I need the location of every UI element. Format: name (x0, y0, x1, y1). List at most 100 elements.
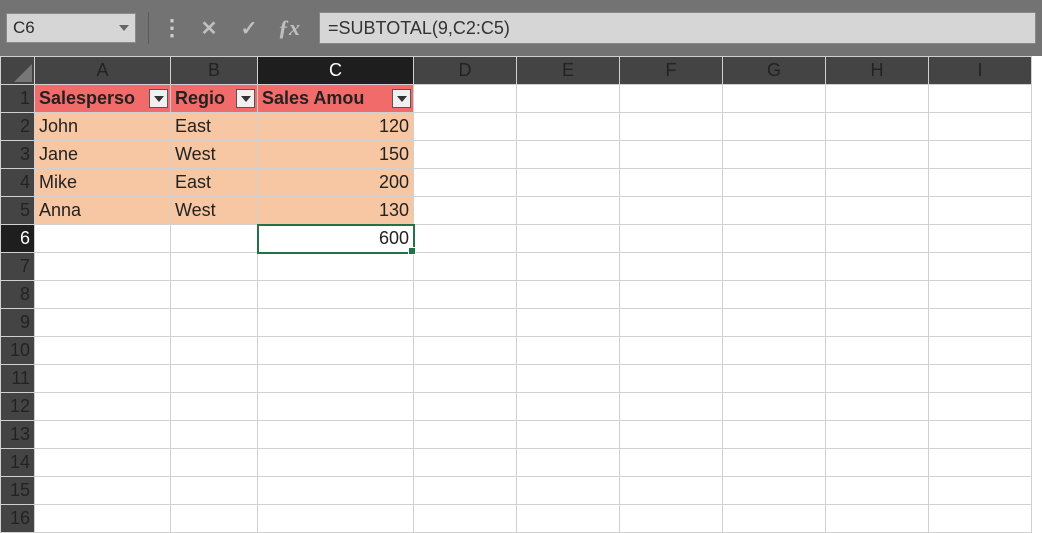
cell[interactable] (414, 141, 517, 169)
col-header-i[interactable]: I (929, 57, 1032, 85)
cell[interactable] (517, 337, 620, 365)
cell-c1[interactable]: Sales Amou (258, 85, 414, 113)
cell-c5[interactable]: 130 (258, 197, 414, 225)
cell[interactable] (929, 141, 1032, 169)
cell[interactable] (414, 113, 517, 141)
cell[interactable] (35, 281, 171, 309)
cell[interactable] (517, 169, 620, 197)
cell[interactable] (826, 365, 929, 393)
cell[interactable] (929, 169, 1032, 197)
options-icon[interactable]: ⋮ (161, 15, 183, 41)
cell[interactable] (171, 281, 258, 309)
cell[interactable] (723, 85, 826, 113)
cell[interactable] (35, 393, 171, 421)
cell[interactable] (929, 505, 1032, 533)
cell[interactable] (620, 225, 723, 253)
row-header[interactable]: 1 (1, 85, 35, 113)
cell[interactable] (723, 141, 826, 169)
row-header[interactable]: 11 (1, 365, 35, 393)
cell-a1[interactable]: Salesperso (35, 85, 171, 113)
cell[interactable] (929, 309, 1032, 337)
cell[interactable] (723, 365, 826, 393)
cell[interactable] (723, 449, 826, 477)
cell[interactable] (620, 365, 723, 393)
cell[interactable] (414, 505, 517, 533)
cell[interactable] (620, 141, 723, 169)
cell[interactable] (929, 253, 1032, 281)
cell[interactable] (517, 225, 620, 253)
cell[interactable] (171, 449, 258, 477)
cell[interactable] (517, 421, 620, 449)
cell[interactable] (826, 449, 929, 477)
cell-c3[interactable]: 150 (258, 141, 414, 169)
cell[interactable] (258, 337, 414, 365)
col-header-e[interactable]: E (517, 57, 620, 85)
cell[interactable] (517, 365, 620, 393)
cell[interactable] (517, 253, 620, 281)
cell[interactable] (929, 449, 1032, 477)
cell[interactable] (171, 477, 258, 505)
cell[interactable] (35, 477, 171, 505)
cancel-button[interactable]: ✕ (189, 12, 229, 44)
cell[interactable] (929, 421, 1032, 449)
col-header-a[interactable]: A (35, 57, 171, 85)
cell-a3[interactable]: Jane (35, 141, 171, 169)
cell[interactable] (929, 337, 1032, 365)
cell[interactable] (414, 309, 517, 337)
cell[interactable] (723, 281, 826, 309)
cell[interactable] (826, 393, 929, 421)
cell[interactable] (826, 113, 929, 141)
cell[interactable] (258, 393, 414, 421)
cell[interactable] (35, 337, 171, 365)
row-header[interactable]: 6 (1, 225, 35, 253)
cell[interactable] (414, 421, 517, 449)
filter-button[interactable] (149, 89, 168, 108)
cell[interactable] (620, 85, 723, 113)
cell[interactable] (929, 365, 1032, 393)
cell[interactable] (826, 197, 929, 225)
cell[interactable] (171, 365, 258, 393)
cell[interactable] (929, 281, 1032, 309)
cell[interactable] (517, 85, 620, 113)
col-header-h[interactable]: H (826, 57, 929, 85)
cell[interactable] (826, 253, 929, 281)
cell[interactable] (517, 113, 620, 141)
cell[interactable] (517, 197, 620, 225)
cell[interactable] (723, 477, 826, 505)
cell[interactable] (517, 309, 620, 337)
row-header[interactable]: 9 (1, 309, 35, 337)
cell[interactable] (620, 393, 723, 421)
cell[interactable] (517, 449, 620, 477)
cell-b5[interactable]: West (171, 197, 258, 225)
cell[interactable] (620, 505, 723, 533)
cell[interactable] (171, 505, 258, 533)
cell-b4[interactable]: East (171, 169, 258, 197)
cell[interactable] (414, 365, 517, 393)
cell[interactable] (171, 337, 258, 365)
cell[interactable] (517, 477, 620, 505)
col-header-g[interactable]: G (723, 57, 826, 85)
cell[interactable] (620, 253, 723, 281)
cell[interactable] (826, 85, 929, 113)
cell[interactable] (620, 477, 723, 505)
cell-c2[interactable]: 120 (258, 113, 414, 141)
cell[interactable] (414, 281, 517, 309)
cell[interactable] (258, 365, 414, 393)
cell[interactable] (723, 505, 826, 533)
enter-button[interactable]: ✓ (229, 12, 269, 44)
cell[interactable] (258, 505, 414, 533)
cell-b1[interactable]: Regio (171, 85, 258, 113)
cell-c4[interactable]: 200 (258, 169, 414, 197)
cell[interactable] (929, 197, 1032, 225)
cell[interactable] (171, 253, 258, 281)
cell[interactable] (258, 477, 414, 505)
cell[interactable] (723, 337, 826, 365)
row-header[interactable]: 7 (1, 253, 35, 281)
cell[interactable] (258, 421, 414, 449)
row-header[interactable]: 16 (1, 505, 35, 533)
col-header-d[interactable]: D (414, 57, 517, 85)
cell[interactable] (258, 449, 414, 477)
cell[interactable] (35, 505, 171, 533)
cell[interactable] (620, 113, 723, 141)
cell[interactable] (929, 85, 1032, 113)
